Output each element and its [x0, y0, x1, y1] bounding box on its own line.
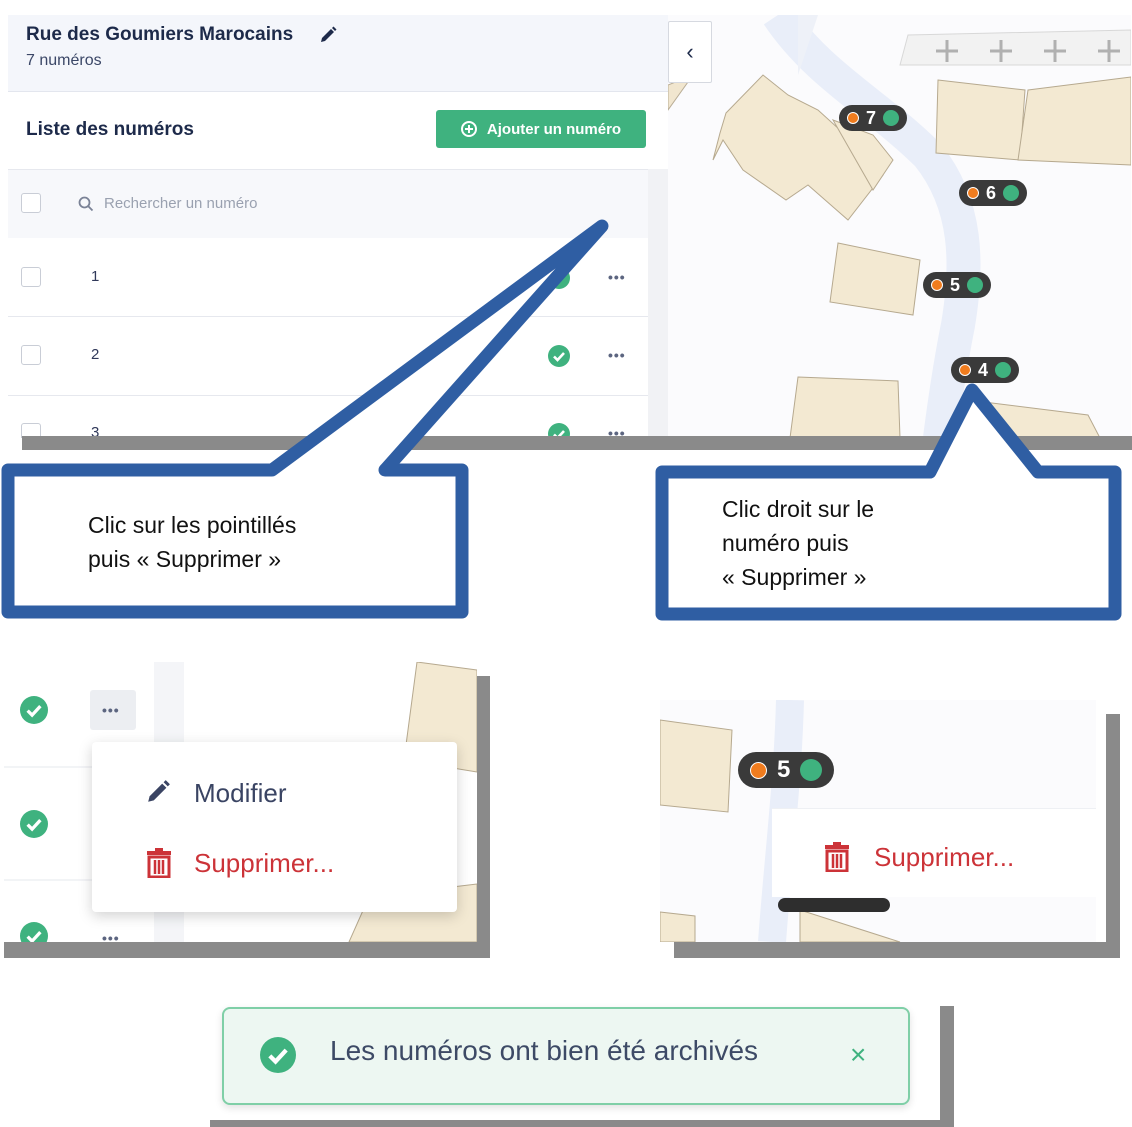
- map-menu-screenshot: 5 Supprimer...: [660, 700, 1096, 942]
- check-circle-icon: [20, 810, 48, 838]
- check-circle-icon: [260, 1037, 296, 1073]
- pencil-icon: [148, 780, 170, 802]
- callout-line: Clic droit sur le: [722, 496, 875, 522]
- check-circle-icon: [20, 922, 48, 942]
- callout-line: numéro puis: [722, 530, 849, 556]
- check-circle-icon: [20, 696, 48, 724]
- row-actions-button[interactable]: •••: [102, 930, 120, 942]
- screenshot-shadow: [476, 676, 490, 958]
- row-actions-label: •••: [102, 702, 120, 718]
- callout-line: Clic sur les pointillés: [88, 512, 297, 538]
- toast-message: Les numéros ont bien été archivés: [330, 1035, 759, 1066]
- screenshot-shadow: [674, 942, 1120, 958]
- context-menu: Modifier Supprimer...: [92, 742, 457, 912]
- screenshot-shadow: [210, 1120, 954, 1127]
- callout-line: puis « Supprimer »: [88, 546, 282, 572]
- trash-icon: [147, 848, 171, 878]
- close-icon[interactable]: ×: [850, 1039, 866, 1071]
- map-marker[interactable]: 5: [738, 752, 835, 788]
- callout-line: « Supprimer »: [722, 564, 867, 590]
- callout-right-text: Clic droit sur le numéro puis « Supprime…: [722, 492, 874, 594]
- menu-item-supprimer[interactable]: Supprimer...: [194, 848, 334, 879]
- screenshot-shadow: [1106, 714, 1120, 958]
- trash-icon: [825, 842, 849, 872]
- row-menu-screenshot: ••• ••• Modifier Supprimer...: [4, 662, 477, 942]
- marker-dot-icon: [750, 761, 767, 779]
- screenshot-shadow: [4, 942, 490, 958]
- map-menu-item-supprimer[interactable]: Supprimer...: [874, 842, 1014, 873]
- marker-number: 5: [777, 756, 791, 783]
- menu-item-modifier[interactable]: Modifier: [194, 778, 286, 809]
- check-circle-icon: [800, 759, 823, 781]
- callout-left-text: Clic sur les pointillés puis « Supprimer…: [88, 508, 296, 576]
- success-toast: Les numéros ont bien été archivés ×: [222, 1007, 910, 1105]
- screenshot-shadow: [940, 1006, 954, 1126]
